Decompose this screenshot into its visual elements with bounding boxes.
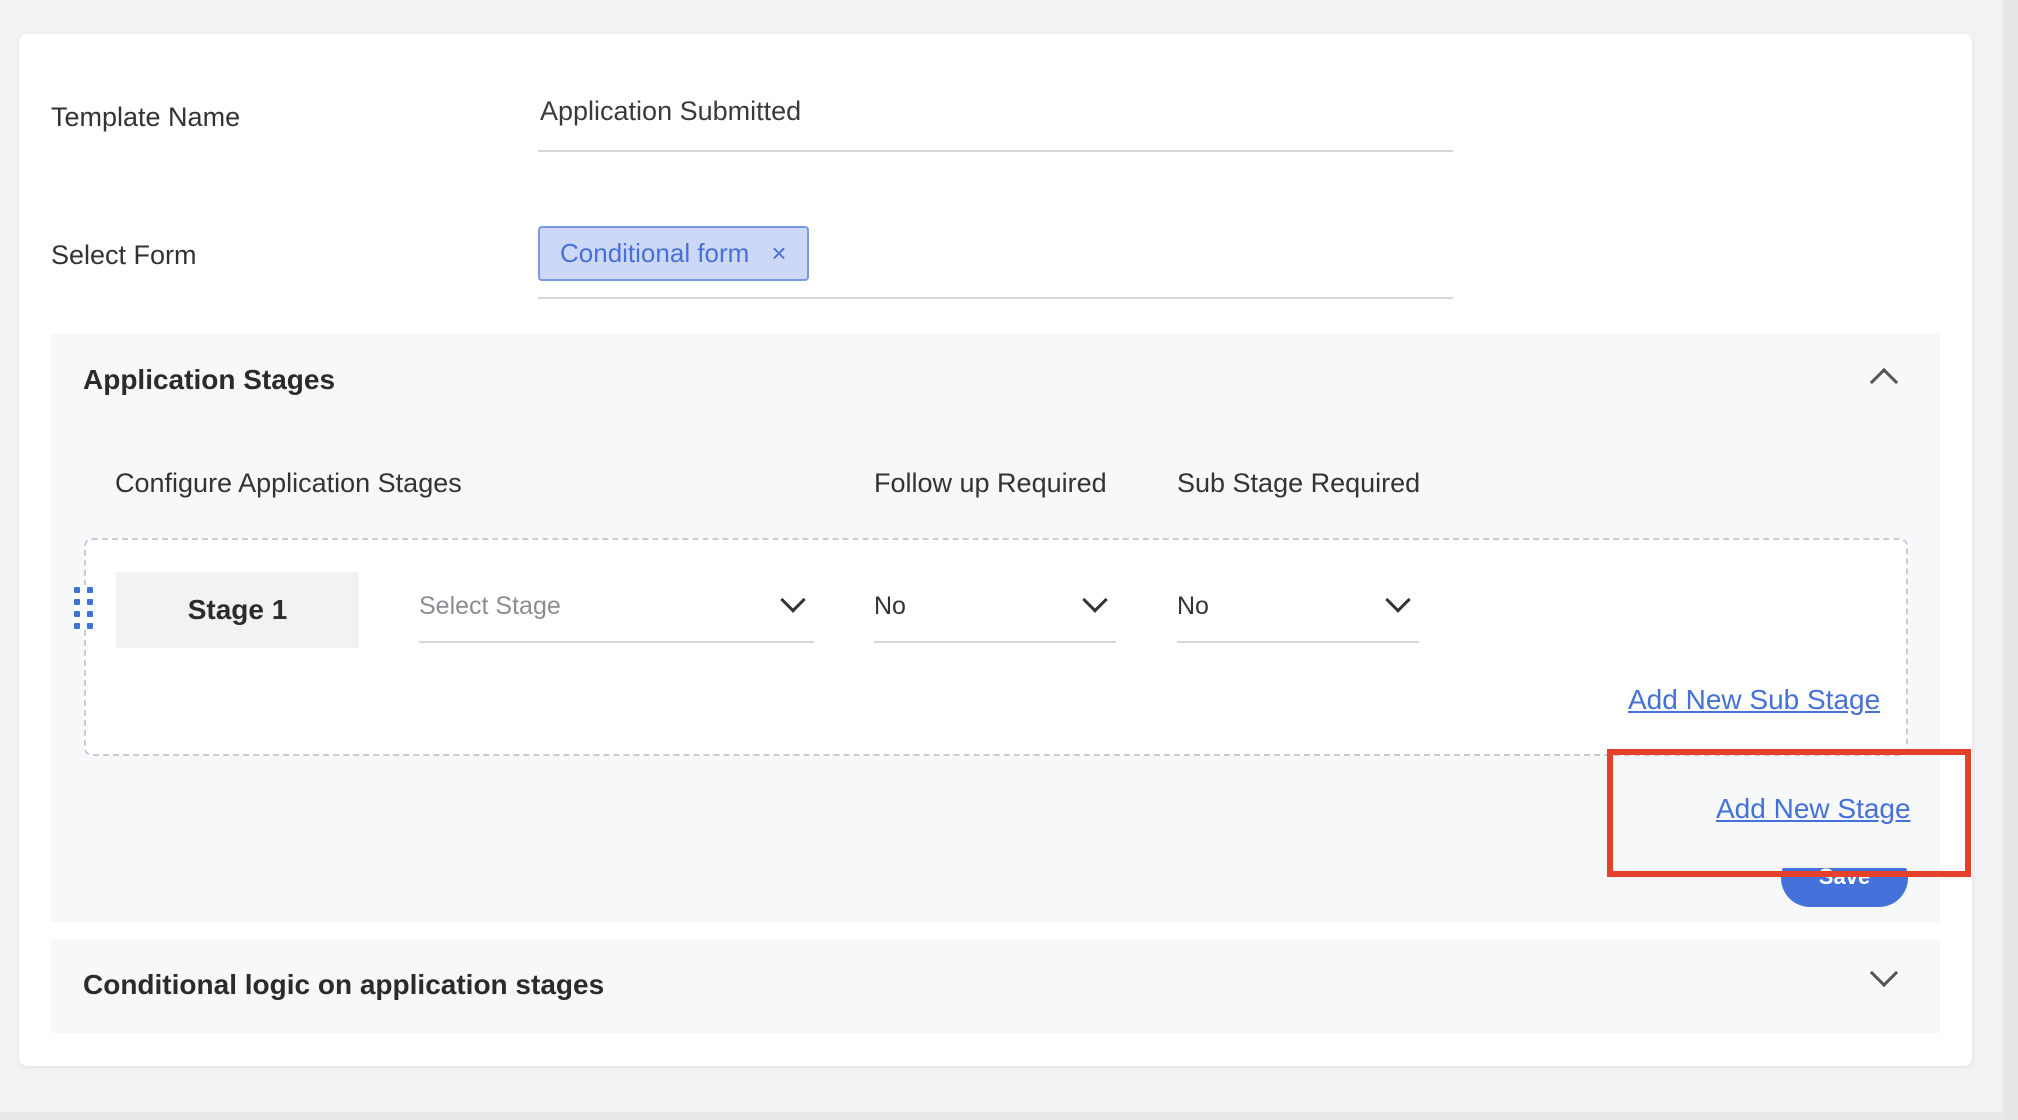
conditional-logic-title: Conditional logic on application stages	[83, 969, 605, 1000]
application-stages-title: Application Stages	[83, 364, 336, 395]
page-scrollbar[interactable]	[2003, 0, 2018, 1120]
select-stage-placeholder: Select Stage	[419, 591, 561, 620]
column-sub-stage: Sub Stage Required	[1177, 468, 1421, 498]
column-follow-up: Follow up Required	[874, 468, 1107, 498]
sub-stage-dropdown[interactable]: No	[1177, 571, 1419, 643]
template-name-field[interactable]: Application Submitted	[538, 96, 1453, 152]
select-form-field[interactable]: Conditional form ×	[538, 226, 1453, 299]
drag-handle-icon[interactable]	[72, 585, 94, 629]
chevron-up-icon[interactable]	[1869, 367, 1899, 397]
bottom-strip	[0, 1112, 2003, 1120]
template-name-label: Template Name	[51, 102, 241, 132]
column-configure-stages: Configure Application Stages	[115, 468, 462, 498]
conditional-logic-panel[interactable]: Conditional logic on application stages	[51, 939, 1940, 1033]
chevron-down-icon[interactable]	[1869, 958, 1899, 988]
select-form-label: Select Form	[51, 240, 197, 270]
template-name-value: Application Submitted	[540, 96, 802, 126]
stage-label: Stage 1	[116, 572, 359, 648]
select-stage-dropdown[interactable]: Select Stage	[419, 571, 814, 643]
follow-up-value: No	[874, 591, 906, 620]
follow-up-dropdown[interactable]: No	[874, 571, 1116, 643]
chip-label: Conditional form	[560, 238, 750, 268]
sub-stage-value: No	[1177, 591, 1209, 620]
chevron-down-icon	[780, 587, 806, 613]
chevron-down-icon	[1385, 587, 1411, 613]
chip-close-icon[interactable]: ×	[771, 238, 786, 269]
add-new-sub-stage-link[interactable]: Add New Sub Stage	[1628, 684, 1880, 716]
chevron-down-icon	[1082, 587, 1108, 613]
highlight-box	[1607, 749, 1971, 877]
selected-form-chip: Conditional form ×	[538, 226, 809, 281]
